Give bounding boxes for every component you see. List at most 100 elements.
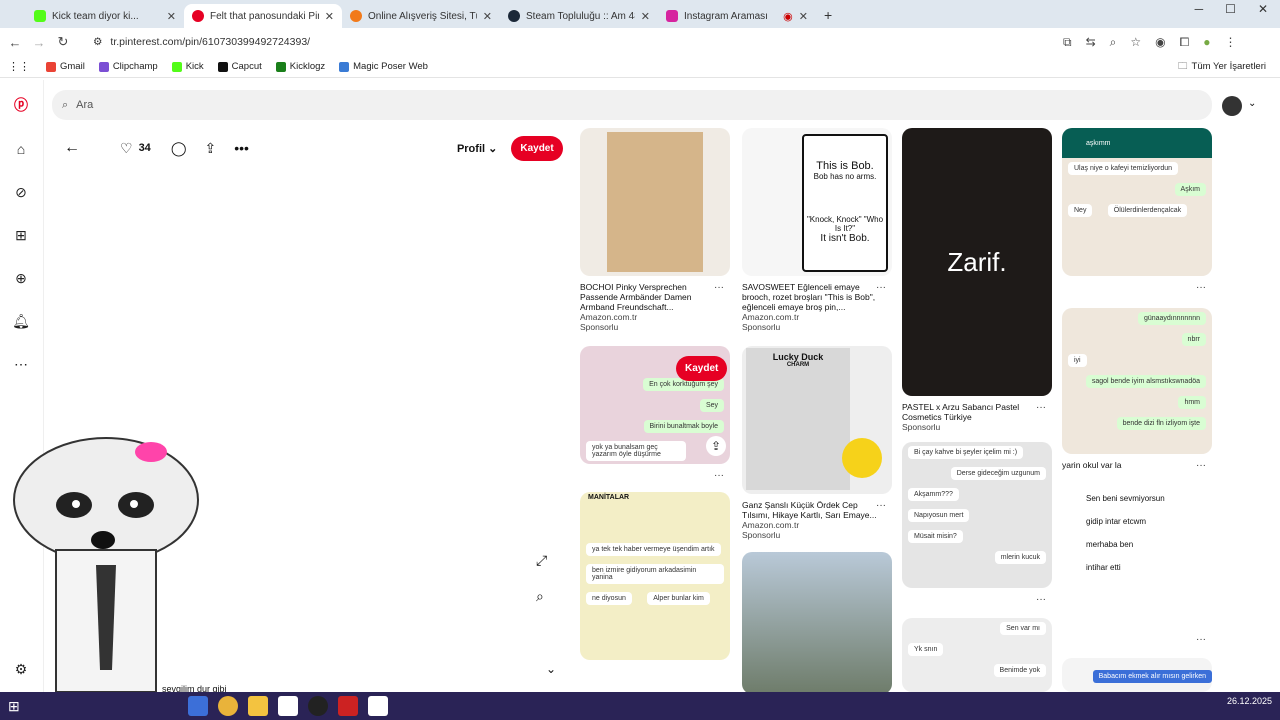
all-bookmarks-folder[interactable]: 🗀 Tüm Yer İşaretleri bbox=[1178, 59, 1266, 75]
duck-charm-image bbox=[842, 438, 882, 478]
account-chevron-down-icon[interactable]: ⌄ bbox=[1248, 98, 1256, 109]
chrome-icon[interactable] bbox=[217, 696, 238, 716]
address-bar-row: ← → ↻ ⚙ tr.pinterest.com/pin/61073039949… bbox=[0, 28, 1280, 56]
profile-icon[interactable]: ● bbox=[1203, 35, 1210, 50]
pin-card[interactable]: Zarif. PASTEL x Arzu Sabancı Pastel Cosm… bbox=[902, 128, 1054, 432]
pin-card[interactable]: Sen var mı Yk snın Benimde yok bbox=[902, 618, 1054, 692]
document-icon[interactable] bbox=[367, 696, 388, 716]
notepad-icon[interactable] bbox=[277, 696, 298, 716]
url-field[interactable]: ⚙ tr.pinterest.com/pin/61073039949272439… bbox=[85, 31, 1045, 53]
pin-card[interactable]: This is Bob. Bob has no arms. "Knock, Kn… bbox=[742, 128, 894, 332]
more-options-icon[interactable]: ••• bbox=[234, 140, 249, 156]
more-icon[interactable]: ··· bbox=[1196, 460, 1206, 471]
new-tab-button[interactable]: + bbox=[824, 7, 832, 23]
bookmark-kick[interactable]: Kick bbox=[171, 61, 204, 72]
tab-trendyol[interactable]: Online Alışveriş Sitesi, Türkiye' ✕ bbox=[342, 4, 500, 28]
shop-favicon-icon bbox=[350, 10, 362, 22]
create-icon[interactable]: ⊕ bbox=[12, 269, 30, 287]
close-tab-icon[interactable]: ✕ bbox=[483, 10, 492, 23]
pin-card[interactable]: Lucky Duck CHARM Ganz Şanslı Küçük Ördek… bbox=[742, 346, 894, 540]
pin-card[interactable]: aşkımm Ulaş niye o kafeyi temizliyordun … bbox=[1062, 128, 1214, 293]
back-arrow-icon[interactable]: ← bbox=[64, 139, 80, 157]
more-icon[interactable]: ··· bbox=[714, 282, 724, 293]
tab-kick[interactable]: Kick team diyor ki... ✕ bbox=[26, 4, 184, 28]
heart-icon[interactable]: ♡ bbox=[120, 140, 133, 157]
close-tab-icon[interactable]: ✕ bbox=[167, 10, 176, 23]
expand-icon[interactable]: ⤢ bbox=[536, 552, 547, 569]
app-icon[interactable] bbox=[337, 696, 358, 716]
tab-title: Instagram Araması bbox=[684, 10, 768, 22]
more-icon[interactable]: ··· bbox=[1036, 402, 1046, 413]
windows-start-icon[interactable]: ⊞ bbox=[8, 698, 20, 715]
avatar[interactable] bbox=[1222, 96, 1242, 116]
extension-icon[interactable]: ◉ bbox=[1155, 35, 1165, 50]
save-button[interactable]: Kaydet bbox=[676, 356, 728, 381]
bookmark-star-icon[interactable]: ☆ bbox=[1130, 35, 1141, 50]
share-icon[interactable]: ⇪ bbox=[706, 436, 726, 456]
home-icon[interactable]: ⌂ bbox=[12, 140, 30, 158]
share-icon[interactable]: ⇪ bbox=[204, 140, 216, 157]
reload-icon[interactable]: ↻ bbox=[51, 34, 75, 50]
chevron-down-icon[interactable]: ⌄ bbox=[546, 662, 556, 676]
pin-card[interactable]: MANİTALAR ya tek tek haber vermeye üşend… bbox=[580, 492, 732, 660]
gmail-icon bbox=[46, 61, 56, 72]
install-icon[interactable]: ⧉ bbox=[1063, 35, 1072, 50]
more-icon[interactable]: ··· bbox=[714, 470, 724, 481]
extensions-puzzle-icon[interactable]: ⧠ bbox=[1180, 35, 1190, 50]
more-icon[interactable]: ··· bbox=[1036, 594, 1046, 605]
tab-pinterest[interactable]: Felt that panosundaki Pin ✕ bbox=[184, 4, 342, 28]
comment-icon[interactable]: ◯ bbox=[171, 140, 187, 157]
pin-card[interactable]: Sen beni sevmiyorsun gidip intar etcwm m… bbox=[1062, 484, 1214, 645]
more-icon[interactable]: ··· bbox=[1196, 282, 1206, 293]
pin-card[interactable]: Bi çay kahve bi şeyler içelim mi :) Ders… bbox=[902, 442, 1054, 605]
search-input[interactable]: ⌕ Ara bbox=[52, 90, 1212, 120]
close-tab-icon[interactable]: ✕ bbox=[799, 10, 808, 23]
steam-favicon-icon bbox=[508, 10, 520, 22]
notifications-bell-icon[interactable]: 🔔︎ bbox=[12, 312, 30, 330]
more-icon[interactable]: ··· bbox=[876, 282, 886, 293]
profile-dropdown[interactable]: Profil ⌄ bbox=[457, 142, 497, 155]
tab-instagram[interactable]: Instagram Araması ◉ ✕ bbox=[658, 4, 816, 28]
bookmark-kicklogz[interactable]: Kicklogz bbox=[275, 61, 325, 72]
explore-icon[interactable]: ⊘ bbox=[12, 183, 30, 201]
back-icon[interactable]: ← bbox=[3, 35, 27, 50]
close-tab-icon[interactable]: ✕ bbox=[325, 10, 334, 23]
messages-icon[interactable]: ⋯ bbox=[12, 355, 30, 373]
minimize-icon[interactable]: ─ bbox=[1195, 2, 1204, 16]
kick-favicon-icon bbox=[34, 10, 46, 22]
pin-card[interactable]: günaaydınnnnnnn nbrr iyi sagol bende iyi… bbox=[1062, 308, 1214, 471]
save-button[interactable]: Kaydet bbox=[511, 135, 563, 161]
pin-card[interactable]: En çok korktuğum şey Sey Birini bunaltmak … bbox=[580, 346, 732, 481]
search-icon: ⌕ bbox=[62, 98, 69, 111]
maximize-icon[interactable]: ☐ bbox=[1225, 2, 1236, 16]
pinterest-favicon-icon bbox=[192, 10, 204, 22]
pin-card[interactable] bbox=[742, 552, 894, 694]
obs-icon[interactable] bbox=[307, 696, 328, 716]
zoom-icon[interactable]: ⌕ bbox=[1110, 35, 1117, 50]
bookmark-magic-poser[interactable]: Magic Poser Web bbox=[339, 61, 428, 72]
clipchamp-icon bbox=[98, 61, 109, 72]
menu-icon[interactable]: ⋮ bbox=[1224, 35, 1236, 50]
translate-icon[interactable]: ⇆ bbox=[1086, 35, 1096, 50]
visual-search-icon[interactable]: ⌕ bbox=[536, 588, 544, 605]
bookmark-clipchamp[interactable]: Clipchamp bbox=[98, 61, 158, 72]
pin-card[interactable]: BOCHOI Pinky Versprechen Passende Armbän… bbox=[580, 128, 732, 332]
more-icon[interactable]: ··· bbox=[1196, 634, 1206, 645]
taskbar-app-icon[interactable] bbox=[187, 696, 208, 716]
site-info-icon[interactable]: ⚙ bbox=[93, 36, 102, 48]
more-icon[interactable]: ··· bbox=[876, 500, 886, 511]
file-explorer-icon[interactable] bbox=[247, 696, 268, 716]
pinterest-logo-icon[interactable]: ⓟ bbox=[12, 96, 30, 114]
tab-strip: Kick team diyor ki... ✕ Felt that panosu… bbox=[0, 0, 1280, 28]
forward-icon[interactable]: → bbox=[27, 35, 51, 50]
close-tab-icon[interactable]: ✕ bbox=[641, 10, 650, 23]
date-text: 26.12.2025 bbox=[1226, 696, 1272, 706]
pin-card[interactable]: Babacım ekmek alır mısın gelirken bbox=[1062, 658, 1214, 692]
tab-steam[interactable]: Steam Topluluğu :: Am 48 yea ✕ bbox=[500, 4, 658, 28]
boards-icon[interactable]: ⊞ bbox=[12, 226, 30, 244]
apps-grid-icon[interactable]: ⋮⋮ bbox=[8, 60, 30, 73]
close-window-icon[interactable]: ✕ bbox=[1258, 2, 1268, 16]
bookmark-gmail[interactable]: Gmail bbox=[46, 61, 85, 72]
bookmark-capcut[interactable]: Capcut bbox=[217, 61, 262, 72]
url-text: tr.pinterest.com/pin/610730399492724393/ bbox=[110, 36, 311, 48]
